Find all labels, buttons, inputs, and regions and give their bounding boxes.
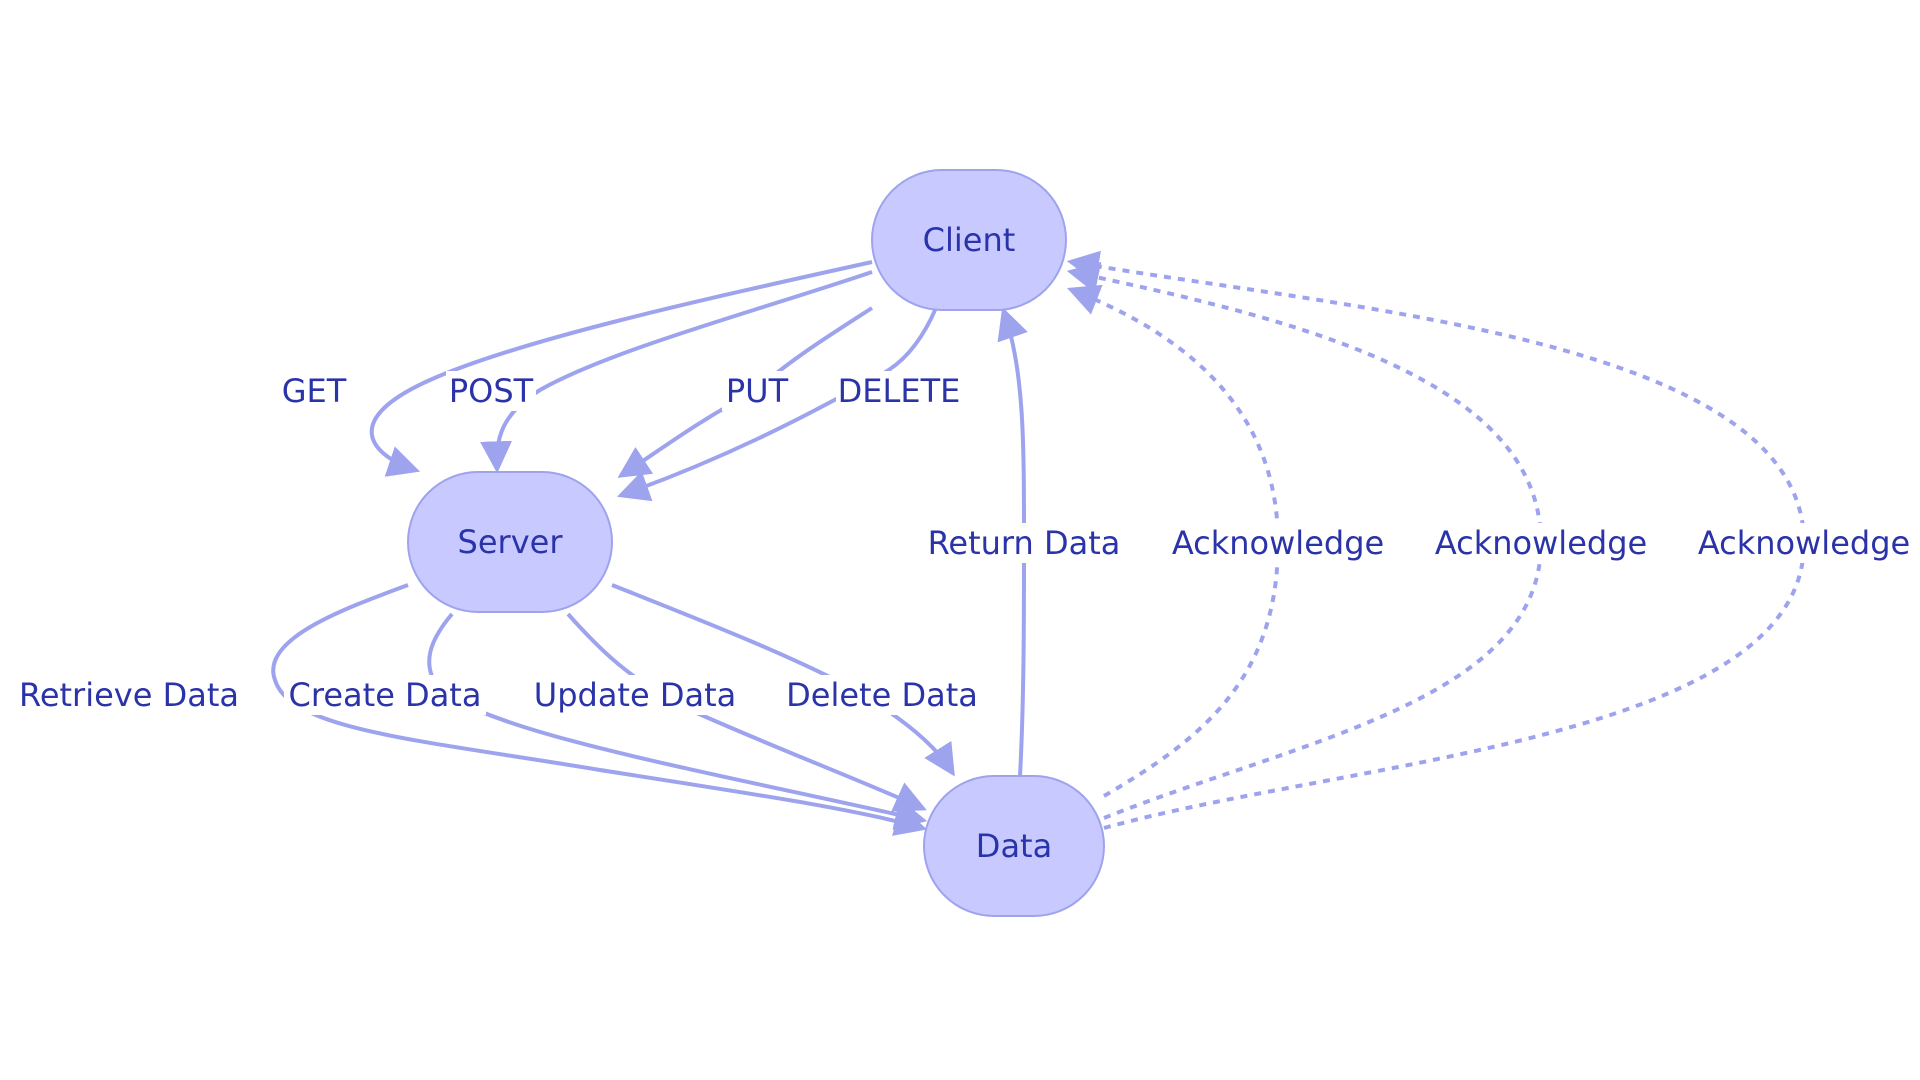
edge-label-update-data: Update Data bbox=[530, 675, 740, 715]
edge-label-get: GET bbox=[276, 371, 352, 411]
edge-label-create-data: Create Data bbox=[284, 675, 486, 715]
edge-create-data-line bbox=[427, 612, 928, 830]
edge-get-line bbox=[369, 260, 873, 477]
edge-label-update-data-text: Update Data bbox=[534, 676, 736, 714]
edge-label-ack-2: Acknowledge bbox=[1431, 523, 1651, 563]
node-server-label: Server bbox=[458, 523, 564, 561]
flowchart-diagram: GET POST PUT DELETE Retrieve Data Create… bbox=[16, 169, 1914, 917]
edge-label-delete-data: Delete Data bbox=[782, 675, 982, 715]
node-client[interactable]: Client bbox=[871, 169, 1067, 311]
edge-create-data bbox=[427, 612, 928, 830]
edge-label-ack-2-text: Acknowledge bbox=[1435, 524, 1647, 562]
edge-post-line bbox=[480, 270, 873, 474]
edge-post bbox=[480, 270, 873, 474]
edge-label-ack-1: Acknowledge bbox=[1168, 523, 1388, 563]
node-data[interactable]: Data bbox=[923, 775, 1105, 917]
edge-label-ack-1-text: Acknowledge bbox=[1172, 524, 1384, 562]
edge-label-ack-3-text: Acknowledge bbox=[1698, 524, 1910, 562]
edge-label-return-data-text: Return Data bbox=[928, 524, 1121, 562]
edge-label-post: POST bbox=[446, 371, 536, 411]
edge-label-get-text: GET bbox=[282, 372, 347, 410]
node-server[interactable]: Server bbox=[407, 471, 613, 613]
edge-label-delete-data-text: Delete Data bbox=[786, 676, 978, 714]
edge-label-return-data: Return Data bbox=[924, 523, 1124, 563]
edge-label-put: PUT bbox=[722, 371, 792, 411]
edge-label-create-data-text: Create Data bbox=[289, 676, 482, 714]
edge-label-put-text: PUT bbox=[726, 372, 789, 410]
edge-label-ack-3: Acknowledge bbox=[1694, 523, 1914, 563]
node-client-label: Client bbox=[923, 221, 1016, 259]
edge-label-delete-text: DELETE bbox=[838, 372, 961, 410]
edge-label-post-text: POST bbox=[449, 372, 534, 410]
node-data-label: Data bbox=[976, 827, 1052, 865]
edge-label-retrieve-data: Retrieve Data bbox=[16, 675, 242, 715]
edge-label-delete: DELETE bbox=[836, 371, 962, 411]
edge-label-retrieve-data-text: Retrieve Data bbox=[19, 676, 239, 714]
edge-get bbox=[369, 260, 873, 477]
